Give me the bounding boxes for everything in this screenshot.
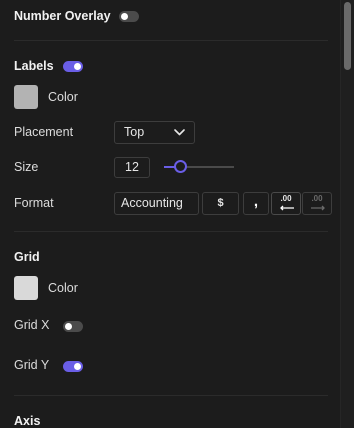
placement-label: Placement xyxy=(14,125,74,139)
placement-value: Top xyxy=(124,125,145,139)
labels-color-swatch[interactable] xyxy=(14,85,38,109)
labels-color-label: Color xyxy=(48,90,78,104)
toggle-knob xyxy=(65,323,72,330)
grid-x-label: Grid X xyxy=(14,318,50,332)
scrollbar-thumb[interactable] xyxy=(344,2,351,70)
size-input[interactable]: 12 xyxy=(114,157,150,178)
arrow-left-icon xyxy=(280,205,294,211)
toggle-knob xyxy=(74,63,81,70)
section-divider xyxy=(14,231,328,232)
currency-button[interactable]: $ xyxy=(202,192,239,215)
format-select[interactable]: Accounting xyxy=(114,192,199,215)
decrease-decimals-text: .00 xyxy=(280,194,292,203)
section-divider xyxy=(14,395,328,396)
labels-toggle[interactable] xyxy=(63,61,83,72)
increase-decimals-text: .00 xyxy=(311,194,323,203)
size-slider-thumb[interactable] xyxy=(174,160,187,173)
labels-heading: Labels xyxy=(14,59,54,73)
increase-decimals-button[interactable]: .00 xyxy=(302,192,332,215)
grid-y-toggle[interactable] xyxy=(63,361,83,372)
toggle-knob xyxy=(74,363,81,370)
grid-heading: Grid xyxy=(14,250,40,264)
placement-select[interactable]: Top xyxy=(114,121,195,144)
arrow-right-icon xyxy=(311,205,325,211)
grid-color-label: Color xyxy=(48,281,78,295)
number-overlay-label: Number Overlay xyxy=(14,9,111,23)
number-overlay-toggle[interactable] xyxy=(119,11,139,22)
toggle-knob xyxy=(121,13,128,20)
decrease-decimals-button[interactable]: .00 xyxy=(271,192,301,215)
grid-color-swatch[interactable] xyxy=(14,276,38,300)
thousands-separator-button[interactable]: , xyxy=(243,192,269,215)
axis-heading: Axis xyxy=(14,414,41,428)
grid-y-label: Grid Y xyxy=(14,358,50,372)
grid-x-toggle[interactable] xyxy=(63,321,83,332)
section-divider xyxy=(14,40,328,41)
size-label: Size xyxy=(14,160,39,174)
format-label: Format xyxy=(14,196,54,210)
chevron-down-icon xyxy=(174,129,185,136)
